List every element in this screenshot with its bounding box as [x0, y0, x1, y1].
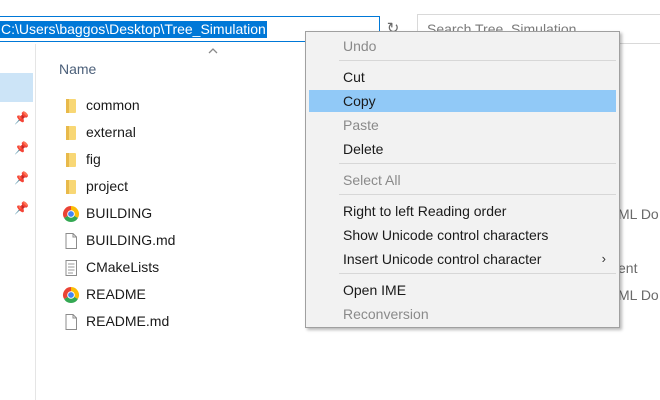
navigation-pane: 📌 📌 📌 📌: [0, 44, 36, 400]
chrome-html-icon: [62, 206, 80, 223]
menu-item-label: Insert Unicode control character: [343, 251, 542, 267]
menu-separator: [339, 163, 616, 164]
menu-item-copy[interactable]: Copy: [309, 90, 616, 112]
menu-item-rtl-reading-order[interactable]: Right to left Reading order: [309, 200, 616, 222]
document-icon: [65, 233, 77, 249]
context-menu: Undo Cut Copy Paste Delete Select All Ri…: [305, 31, 620, 328]
menu-item-insert-unicode[interactable]: Insert Unicode control character ›: [309, 248, 616, 270]
menu-item-select-all[interactable]: Select All: [309, 169, 616, 191]
folder-icon: [66, 180, 76, 194]
file-name: fig: [86, 151, 101, 167]
menu-item-reconversion[interactable]: Reconversion: [309, 303, 616, 325]
folder-icon: [66, 153, 76, 167]
file-row-external[interactable]: external: [60, 121, 300, 145]
file-name: README: [86, 286, 146, 302]
file-row-common[interactable]: common: [60, 94, 300, 118]
sort-ascending-icon: [208, 48, 218, 54]
file-row-fig[interactable]: fig: [60, 148, 300, 172]
file-row-project[interactable]: project: [60, 175, 300, 199]
file-type-fragment: ML Do...: [618, 287, 660, 303]
file-name: external: [86, 124, 136, 140]
file-name: CMakeLists: [86, 259, 160, 275]
text-file-icon: [65, 260, 77, 276]
menu-separator: [339, 60, 616, 61]
file-row-readme-md[interactable]: README.md: [60, 310, 300, 334]
chrome-html-icon: [62, 287, 80, 304]
file-type-fragment: ML Do...: [618, 206, 660, 222]
pin-icon[interactable]: 📌: [14, 171, 29, 185]
menu-item-undo[interactable]: Undo: [309, 35, 616, 57]
pin-icon[interactable]: 📌: [14, 141, 29, 155]
column-header-name[interactable]: Name: [59, 61, 96, 77]
pin-icon[interactable]: 📌: [14, 201, 29, 215]
folder-icon: [66, 99, 76, 113]
pin-icon[interactable]: 📌: [14, 111, 29, 125]
document-icon: [65, 314, 77, 330]
nav-item-selected[interactable]: [0, 73, 33, 102]
menu-item-paste[interactable]: Paste: [309, 114, 616, 136]
file-name: README.md: [86, 313, 170, 329]
submenu-arrow-icon: ›: [601, 251, 606, 266]
file-name: BUILDING.md: [86, 232, 176, 248]
address-bar-path[interactable]: C:\Users\baggos\Desktop\Tree_Simulation: [0, 21, 267, 38]
menu-item-open-ime[interactable]: Open IME: [309, 279, 616, 301]
file-name: BUILDING: [86, 205, 153, 221]
file-row-cmakelists[interactable]: CMakeLists: [60, 256, 300, 280]
menu-item-show-unicode[interactable]: Show Unicode control characters: [309, 224, 616, 246]
file-row-building-md[interactable]: BUILDING.md: [60, 229, 300, 253]
file-name: project: [86, 178, 129, 194]
file-name: common: [86, 97, 140, 113]
menu-separator: [339, 194, 616, 195]
file-row-building[interactable]: BUILDING: [60, 202, 300, 226]
file-type-fragment: ent: [618, 260, 638, 276]
file-row-readme[interactable]: README: [60, 283, 300, 307]
menu-item-delete[interactable]: Delete: [309, 138, 616, 160]
folder-icon: [66, 126, 76, 140]
menu-item-cut[interactable]: Cut: [309, 66, 616, 88]
menu-separator: [339, 273, 616, 274]
